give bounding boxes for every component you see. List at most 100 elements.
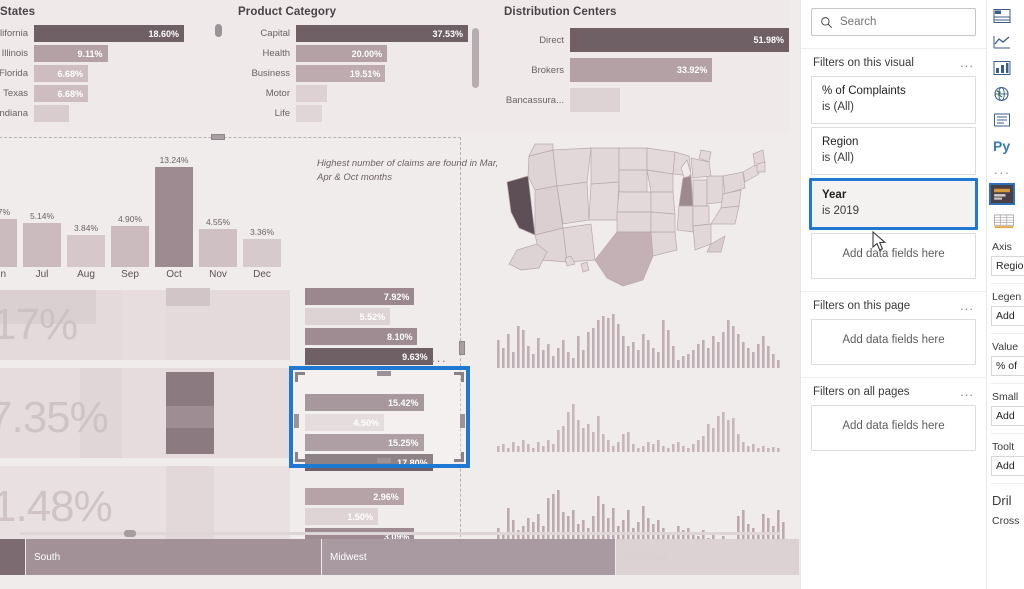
field-well-value-values[interactable]: % of — [991, 356, 1024, 376]
table-icon[interactable] — [991, 6, 1013, 25]
state-idaho-wyoming — [556, 181, 590, 225]
region-label: Midwest — [330, 551, 367, 563]
filter-field-value: is (All) — [822, 100, 854, 113]
monthly-column[interactable]: 4.55% — [199, 155, 237, 267]
product-row[interactable]: Business 19.51% — [238, 65, 468, 82]
python-visual-icon[interactable]: Py — [991, 136, 1013, 155]
region-segment-northeast[interactable]: Northeast — [616, 539, 800, 575]
filters-on-visual-header: Filters on this visual ... — [801, 49, 986, 73]
state-mississippi-alabama — [676, 205, 694, 233]
filter-dropzone-all-pages[interactable]: Add data fields here — [811, 405, 976, 452]
state-louisiana-arkansas — [650, 231, 678, 257]
field-well-value-tooltips[interactable]: Add — [991, 456, 1024, 476]
resize-handle-left-center[interactable] — [294, 414, 299, 428]
monthly-axis-tick: Aug — [77, 269, 95, 280]
monthly-column[interactable]: 5.77% — [0, 155, 17, 267]
product-scrollbar-thumb[interactable] — [472, 28, 479, 88]
bar-chart-icon[interactable] — [991, 58, 1013, 77]
product-row[interactable]: Motor — [238, 85, 468, 102]
sparkline-chart-2[interactable] — [495, 390, 785, 452]
distribution-chart-title: Distribution Centers — [504, 6, 617, 18]
state-pennsylvania — [722, 171, 746, 195]
group-more-options-icon[interactable]: ... — [960, 56, 974, 69]
bar-list-row[interactable]: 8.10% — [305, 328, 457, 345]
bar-list-row[interactable]: 5.52% — [305, 308, 457, 325]
distribution-row[interactable]: Brokers 33.92% — [504, 58, 789, 82]
states-row-value: 6.68% — [57, 68, 83, 79]
states-bar-chart[interactable]: States lifornia 18.60% Illinois 9.11% Fl… — [0, 6, 184, 125]
selected-visual-frame[interactable]: 5.77% 5.14% 3.84% 4.90% — [0, 134, 498, 565]
monthly-column-value: 4.55% — [205, 216, 231, 227]
states-row[interactable]: lifornia 18.60% — [0, 25, 184, 42]
product-category-bar-chart[interactable]: Product Category Capital 37.53% Health 2… — [238, 6, 468, 125]
distribution-row[interactable]: Direct 51.98% — [504, 28, 789, 52]
selected-subvisual-highlight[interactable] — [289, 366, 470, 468]
filter-search-box[interactable] — [811, 8, 976, 36]
field-well-value-legend[interactable]: Add — [991, 306, 1024, 326]
region-segment-west[interactable] — [0, 539, 26, 575]
monthly-column[interactable]: 4.90% — [111, 155, 149, 267]
filter-dropzone-visual[interactable]: Add data fields here — [811, 233, 976, 280]
filter-card-complaints[interactable]: % of Complaints is (All) — [811, 76, 976, 125]
monthly-column[interactable]: 13.24% — [155, 155, 193, 267]
resize-handle-top-right[interactable] — [454, 372, 464, 382]
canvas-horizontal-scrollbar[interactable] — [20, 530, 884, 537]
states-row[interactable]: Texas 6.68% — [0, 85, 184, 102]
field-well-divider — [991, 433, 1024, 434]
bar-list-row[interactable]: 7.92% — [305, 288, 457, 305]
visual-more-options-icon[interactable]: ··· — [431, 354, 447, 367]
resize-handle-top-left[interactable] — [295, 372, 305, 382]
monthly-column[interactable]: 5.14% — [23, 155, 61, 267]
field-well-divider — [991, 383, 1024, 384]
resize-handle-top[interactable] — [211, 134, 225, 140]
format-grid-icon[interactable] — [993, 214, 1024, 234]
states-row[interactable]: ndiana — [0, 105, 184, 122]
product-chart-title: Product Category — [238, 6, 337, 18]
states-scrollbar-thumb[interactable] — [215, 24, 222, 37]
group-title: Filters on all pages — [813, 386, 910, 399]
resize-handle-top-center[interactable] — [377, 371, 391, 376]
resize-handle-bottom-left[interactable] — [295, 452, 305, 462]
resize-handle-bottom-right[interactable] — [454, 452, 464, 462]
line-chart-icon[interactable] — [991, 32, 1013, 51]
product-row[interactable]: Capital 37.53% — [238, 25, 468, 42]
states-row[interactable]: Florida 6.68% — [0, 65, 184, 82]
us-choropleth-map[interactable] — [495, 140, 795, 300]
resize-handle-bottom-center[interactable] — [377, 458, 391, 463]
search-input[interactable] — [840, 16, 967, 28]
card-icon[interactable] — [991, 110, 1013, 129]
product-row[interactable]: Life — [238, 105, 468, 122]
states-chart-title: States — [0, 6, 36, 18]
field-well-label-legend: Legen — [992, 291, 1022, 303]
map-globe-icon[interactable] — [991, 84, 1013, 103]
visual-types-more-icon[interactable]: ... — [991, 162, 1024, 177]
distribution-row[interactable]: Bancassura... — [504, 88, 789, 112]
bar-list-row[interactable]: 2.96% — [305, 488, 457, 505]
field-well-value-axis[interactable]: Regio — [991, 256, 1024, 276]
field-well-value-small-multiples[interactable]: Add — [991, 406, 1024, 426]
states-row[interactable]: Illinois 9.11% — [0, 45, 184, 62]
monthly-column[interactable]: 3.84% — [67, 155, 105, 267]
field-well-divider — [991, 483, 1024, 484]
bar-list-row[interactable]: 1.50% — [305, 508, 457, 525]
monthly-column[interactable]: 3.36% — [243, 155, 281, 267]
region-segment-midwest[interactable]: Midwest — [322, 539, 616, 575]
filter-card-region[interactable]: Region is (All) — [811, 127, 976, 176]
group-more-options-icon[interactable]: ... — [960, 299, 974, 312]
scrollbar-thumb-left[interactable] — [124, 530, 136, 537]
selected-visual-type-icon[interactable] — [989, 183, 1015, 205]
state-nebraska — [616, 191, 652, 213]
filter-dropzone-page[interactable]: Add data fields here — [811, 319, 976, 366]
sparkline-chart-1[interactable] — [495, 306, 785, 368]
region-segment-south[interactable]: South — [26, 539, 322, 575]
resize-handle-right[interactable] — [459, 341, 465, 355]
distribution-centers-bar-chart[interactable]: Distribution Centers Direct 51.98% Broke… — [504, 6, 789, 118]
group-more-options-icon[interactable]: ... — [960, 385, 974, 398]
filter-card-year[interactable]: Year is 2019 — [809, 178, 978, 231]
product-row[interactable]: Health 20.00% — [238, 45, 468, 62]
state-texas — [594, 231, 654, 287]
cross-report-label[interactable]: Cross — [992, 515, 1024, 527]
states-row-label: Illinois — [1, 48, 28, 59]
resize-handle-right-center[interactable] — [460, 414, 465, 428]
monthly-column-chart[interactable]: 5.77% 5.14% 3.84% 4.90% — [0, 148, 285, 293]
